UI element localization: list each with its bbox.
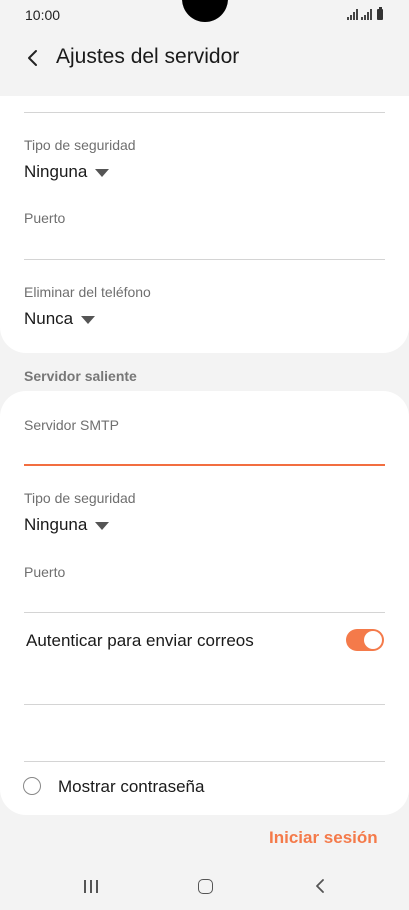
recents-icon[interactable] <box>84 880 98 893</box>
outgoing-settings-card: Servidor SMTP Tipo de seguridad Ninguna … <box>0 391 409 815</box>
outgoing-section-title: Servidor saliente <box>24 368 137 384</box>
toggle-knob <box>364 631 382 649</box>
signal-icon <box>361 9 372 20</box>
camera-notch <box>182 0 228 22</box>
auth-toggle[interactable] <box>346 629 384 651</box>
smtp-server-label: Servidor SMTP <box>24 417 119 433</box>
incoming-settings-card: Tipo de seguridad Ninguna Puerto Elimina… <box>0 96 409 353</box>
signal-icon <box>347 9 358 20</box>
dropdown-arrow-icon <box>95 521 110 530</box>
password-underline <box>24 761 385 762</box>
outgoing-port-label: Puerto <box>24 564 66 580</box>
show-password-label: Mostrar contraseña <box>58 777 205 796</box>
page-title: Ajustes del servidor <box>56 45 240 68</box>
status-time: 10:00 <box>25 7 61 23</box>
navigation-bar <box>0 862 409 910</box>
delete-from-phone-dropdown[interactable]: Nunca <box>24 309 96 329</box>
smtp-server-underline <box>24 464 385 466</box>
incoming-security-type-dropdown[interactable]: Ninguna <box>24 162 110 182</box>
app-bar: Ajustes del servidor <box>0 34 409 84</box>
signin-button[interactable]: Iniciar sesión <box>269 828 378 848</box>
incoming-security-type-label: Tipo de seguridad <box>24 137 136 153</box>
battery-icon <box>377 7 383 20</box>
username-underline <box>24 704 385 705</box>
incoming-security-type-value: Ninguna <box>24 162 88 181</box>
delete-from-phone-value: Nunca <box>24 309 74 328</box>
incoming-port-underline <box>24 259 385 260</box>
home-icon[interactable] <box>198 879 213 894</box>
show-password-checkbox[interactable] <box>23 777 41 795</box>
field-underline <box>24 112 385 113</box>
auth-toggle-label: Autenticar para enviar correos <box>26 631 254 650</box>
status-bar: 10:00 <box>0 0 409 34</box>
nav-back-icon[interactable] <box>312 877 330 895</box>
status-icons <box>347 7 383 20</box>
dropdown-arrow-icon <box>95 168 110 177</box>
back-arrow-icon[interactable] <box>20 45 46 71</box>
incoming-port-label: Puerto <box>24 210 66 226</box>
outgoing-security-type-label: Tipo de seguridad <box>24 490 136 506</box>
outgoing-security-type-dropdown[interactable]: Ninguna <box>24 515 110 535</box>
outgoing-security-type-value: Ninguna <box>24 515 88 534</box>
outgoing-port-underline <box>24 612 385 613</box>
delete-from-phone-label: Eliminar del teléfono <box>24 284 151 300</box>
dropdown-arrow-icon <box>81 315 96 324</box>
